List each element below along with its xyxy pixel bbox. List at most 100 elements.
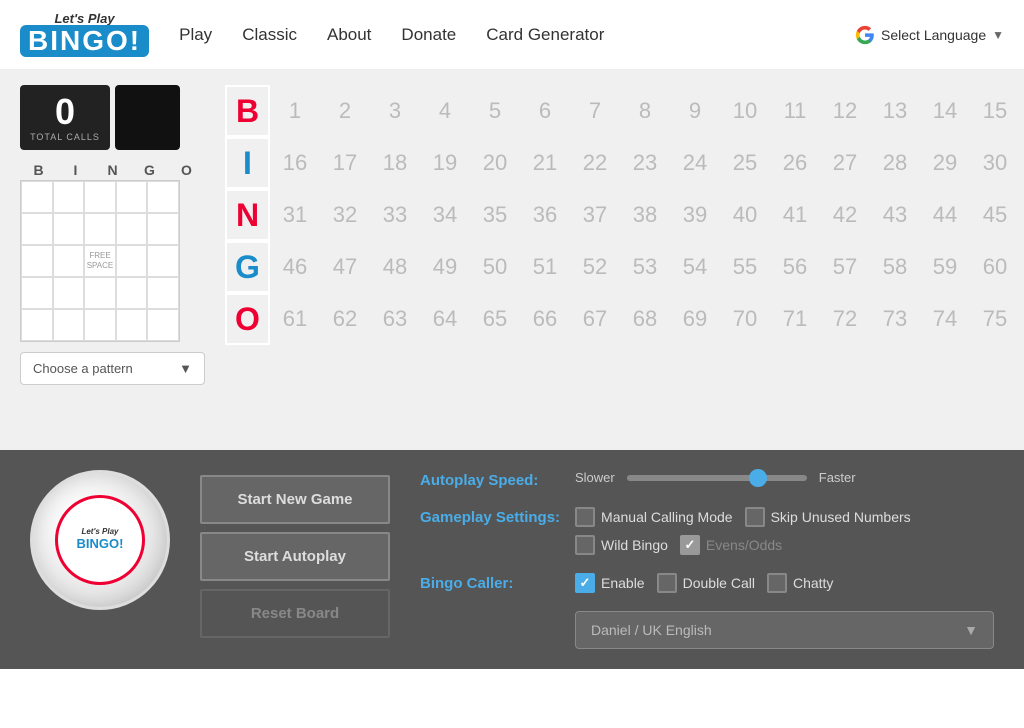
num-34[interactable]: 34 <box>420 189 470 241</box>
num-67[interactable]: 67 <box>570 293 620 345</box>
num-72[interactable]: 72 <box>820 293 870 345</box>
nav-classic[interactable]: Classic <box>242 25 297 45</box>
manual-calling-checkbox-item[interactable]: Manual Calling Mode <box>575 507 733 527</box>
num-13[interactable]: 13 <box>870 85 920 137</box>
evens-odds-checkbox[interactable] <box>680 535 700 555</box>
num-9[interactable]: 9 <box>670 85 720 137</box>
num-23[interactable]: 23 <box>620 137 670 189</box>
num-65[interactable]: 65 <box>470 293 520 345</box>
enable-checkbox-item[interactable]: Enable <box>575 573 645 593</box>
num-50[interactable]: 50 <box>470 241 520 293</box>
num-48[interactable]: 48 <box>370 241 420 293</box>
skip-unused-checkbox-item[interactable]: Skip Unused Numbers <box>745 507 911 527</box>
num-41[interactable]: 41 <box>770 189 820 241</box>
num-58[interactable]: 58 <box>870 241 920 293</box>
wild-bingo-checkbox-item[interactable]: Wild Bingo <box>575 535 668 555</box>
num-68[interactable]: 68 <box>620 293 670 345</box>
num-46[interactable]: 46 <box>270 241 320 293</box>
num-11[interactable]: 11 <box>770 85 820 137</box>
num-52[interactable]: 52 <box>570 241 620 293</box>
num-15[interactable]: 15 <box>970 85 1020 137</box>
num-22[interactable]: 22 <box>570 137 620 189</box>
num-66[interactable]: 66 <box>520 293 570 345</box>
num-6[interactable]: 6 <box>520 85 570 137</box>
num-38[interactable]: 38 <box>620 189 670 241</box>
num-10[interactable]: 10 <box>720 85 770 137</box>
num-32[interactable]: 32 <box>320 189 370 241</box>
chatty-checkbox-item[interactable]: Chatty <box>767 573 833 593</box>
pattern-dropdown[interactable]: Choose a pattern ▼ <box>20 352 205 385</box>
num-61[interactable]: 61 <box>270 293 320 345</box>
num-45[interactable]: 45 <box>970 189 1020 241</box>
num-16[interactable]: 16 <box>270 137 320 189</box>
num-3[interactable]: 3 <box>370 85 420 137</box>
num-17[interactable]: 17 <box>320 137 370 189</box>
num-57[interactable]: 57 <box>820 241 870 293</box>
num-25[interactable]: 25 <box>720 137 770 189</box>
num-31[interactable]: 31 <box>270 189 320 241</box>
num-27[interactable]: 27 <box>820 137 870 189</box>
num-21[interactable]: 21 <box>520 137 570 189</box>
num-47[interactable]: 47 <box>320 241 370 293</box>
num-62[interactable]: 62 <box>320 293 370 345</box>
num-12[interactable]: 12 <box>820 85 870 137</box>
nav-play[interactable]: Play <box>179 25 212 45</box>
num-14[interactable]: 14 <box>920 85 970 137</box>
double-call-checkbox-item[interactable]: Double Call <box>657 573 755 593</box>
num-64[interactable]: 64 <box>420 293 470 345</box>
num-33[interactable]: 33 <box>370 189 420 241</box>
num-42[interactable]: 42 <box>820 189 870 241</box>
num-35[interactable]: 35 <box>470 189 520 241</box>
num-56[interactable]: 56 <box>770 241 820 293</box>
num-49[interactable]: 49 <box>420 241 470 293</box>
wild-bingo-checkbox[interactable] <box>575 535 595 555</box>
num-60[interactable]: 60 <box>970 241 1020 293</box>
chatty-checkbox[interactable] <box>767 573 787 593</box>
num-59[interactable]: 59 <box>920 241 970 293</box>
num-7[interactable]: 7 <box>570 85 620 137</box>
num-39[interactable]: 39 <box>670 189 720 241</box>
manual-calling-checkbox[interactable] <box>575 507 595 527</box>
num-4[interactable]: 4 <box>420 85 470 137</box>
num-53[interactable]: 53 <box>620 241 670 293</box>
num-28[interactable]: 28 <box>870 137 920 189</box>
num-26[interactable]: 26 <box>770 137 820 189</box>
caller-dropdown[interactable]: Daniel / UK English ▼ <box>575 611 994 649</box>
num-70[interactable]: 70 <box>720 293 770 345</box>
num-37[interactable]: 37 <box>570 189 620 241</box>
num-8[interactable]: 8 <box>620 85 670 137</box>
num-2[interactable]: 2 <box>320 85 370 137</box>
num-19[interactable]: 19 <box>420 137 470 189</box>
num-69[interactable]: 69 <box>670 293 720 345</box>
nav-about[interactable]: About <box>327 25 371 45</box>
num-30[interactable]: 30 <box>970 137 1020 189</box>
num-43[interactable]: 43 <box>870 189 920 241</box>
language-selector[interactable]: Select Language ▼ <box>855 25 1004 45</box>
num-24[interactable]: 24 <box>670 137 720 189</box>
speed-slider-thumb[interactable] <box>749 469 767 487</box>
logo-area[interactable]: Let's Play BINGO! <box>20 12 149 57</box>
num-20[interactable]: 20 <box>470 137 520 189</box>
num-63[interactable]: 63 <box>370 293 420 345</box>
num-51[interactable]: 51 <box>520 241 570 293</box>
start-new-game-button[interactable]: Start New Game <box>200 475 390 524</box>
start-autoplay-button[interactable]: Start Autoplay <box>200 532 390 581</box>
enable-checkbox[interactable] <box>575 573 595 593</box>
num-75[interactable]: 75 <box>970 293 1020 345</box>
num-5[interactable]: 5 <box>470 85 520 137</box>
num-1[interactable]: 1 <box>270 85 320 137</box>
nav-donate[interactable]: Donate <box>401 25 456 45</box>
num-29[interactable]: 29 <box>920 137 970 189</box>
skip-unused-checkbox[interactable] <box>745 507 765 527</box>
num-54[interactable]: 54 <box>670 241 720 293</box>
num-71[interactable]: 71 <box>770 293 820 345</box>
nav-card-generator[interactable]: Card Generator <box>486 25 604 45</box>
speed-slider-track[interactable] <box>627 475 807 481</box>
num-40[interactable]: 40 <box>720 189 770 241</box>
num-36[interactable]: 36 <box>520 189 570 241</box>
num-55[interactable]: 55 <box>720 241 770 293</box>
num-18[interactable]: 18 <box>370 137 420 189</box>
reset-board-button[interactable]: Reset Board <box>200 589 390 638</box>
num-73[interactable]: 73 <box>870 293 920 345</box>
num-74[interactable]: 74 <box>920 293 970 345</box>
